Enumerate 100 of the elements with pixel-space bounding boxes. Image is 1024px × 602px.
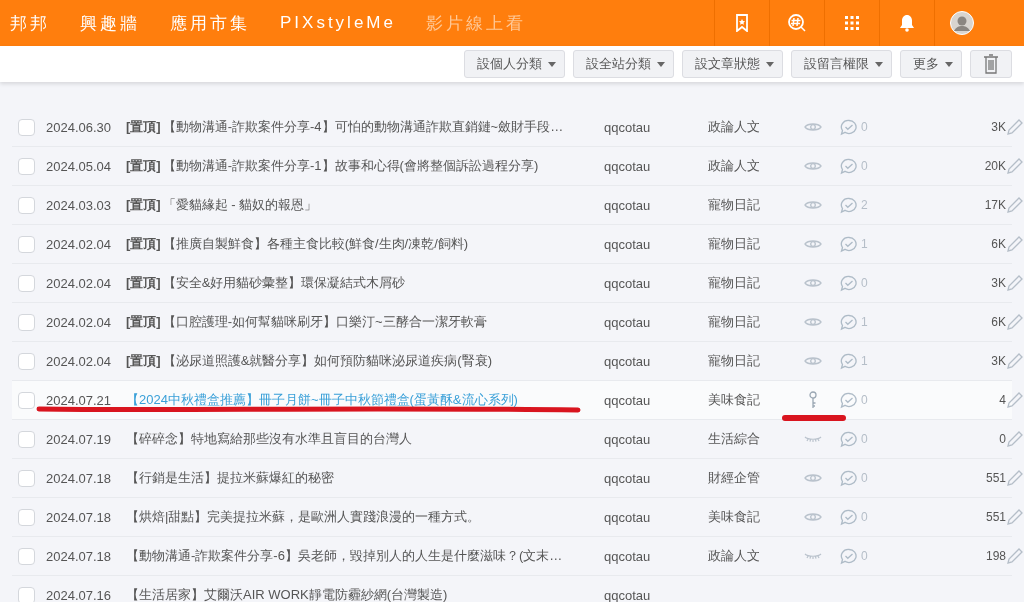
row-checkbox[interactable] (18, 547, 35, 565)
pencil-icon[interactable] (1006, 235, 1024, 253)
dropdown-button[interactable]: 設全站分類 (573, 50, 674, 78)
view-count: 17K (983, 198, 1006, 212)
row-checkbox[interactable] (18, 274, 35, 292)
comment-count: 0 (861, 393, 868, 407)
author-name: qqcotau (604, 548, 652, 564)
row-checkbox[interactable] (18, 586, 35, 602)
row-checkbox[interactable] (18, 157, 35, 175)
dropdown-button[interactable]: 設文章狀態 (682, 50, 783, 78)
pencil-icon[interactable] (1006, 196, 1024, 214)
post-title[interactable]: 【碎碎念】特地寫給那些沒有水準且盲目的台灣人 (126, 431, 412, 446)
row-checkbox[interactable] (18, 391, 35, 409)
view-count: 4 (998, 393, 1006, 407)
comment-check-icon[interactable] (840, 547, 858, 565)
comment-count: 2 (861, 198, 868, 212)
key-icon[interactable] (808, 391, 818, 409)
closed-eye-icon[interactable] (804, 435, 822, 443)
comment-check-icon[interactable] (840, 196, 858, 214)
category-label: 寵物日記 (708, 196, 761, 214)
pencil-icon[interactable] (1006, 352, 1024, 370)
comment-check-icon[interactable] (840, 508, 858, 526)
post-date: 2024.05.04 (46, 158, 113, 174)
post-title[interactable]: [置頂]「愛貓緣起 - 貓奴的報恩」 (126, 197, 318, 212)
post-title[interactable]: [置頂]【推廣自製鮮食】各種主食比較(鮮食/生肉/凍乾/飼料) (126, 236, 469, 251)
post-title[interactable]: [置頂]【動物溝通-詐欺案件分享-1】故事和心得(會將整個訴訟過程分享) (126, 158, 539, 173)
post-date: 2024.02.04 (46, 314, 113, 330)
eye-icon[interactable] (804, 512, 822, 522)
row-checkbox[interactable] (18, 508, 35, 526)
author-name: qqcotau (604, 587, 652, 602)
pencil-icon[interactable] (1006, 469, 1024, 487)
comment-check-icon[interactable] (840, 274, 858, 292)
dropdown-button[interactable]: 設留言權限 (791, 50, 892, 78)
post-title[interactable]: [置頂]【口腔護理-如何幫貓咪刷牙】口樂汀~三酵合一潔牙軟膏 (126, 314, 487, 329)
row-checkbox[interactable] (18, 352, 35, 370)
comment-count: 0 (861, 159, 868, 173)
author-name: qqcotau (604, 197, 652, 213)
post-title[interactable]: [置頂]【泌尿道照護&就醫分享】如何預防貓咪泌尿道疾病(腎衰) (126, 353, 492, 368)
comment-count: 0 (861, 120, 868, 134)
apps-grid-icon[interactable] (844, 15, 860, 31)
author-name: qqcotau (604, 236, 652, 252)
row-checkbox[interactable] (18, 235, 35, 253)
row-checkbox[interactable] (18, 430, 35, 448)
pencil-icon[interactable] (1006, 391, 1024, 409)
comment-count: 0 (861, 510, 868, 524)
category-label: 政論人文 (708, 118, 761, 136)
avatar[interactable] (950, 11, 974, 35)
dropdown-button[interactable]: 更多 (900, 50, 962, 78)
post-title[interactable]: 【生活居家】艾爾沃AIR WORK靜電防霾紗網(台灣製造) (126, 587, 448, 602)
pencil-icon[interactable] (1006, 274, 1024, 292)
eye-icon[interactable] (804, 200, 822, 210)
post-date: 2024.07.21 (46, 392, 113, 408)
comment-check-icon[interactable] (840, 157, 858, 175)
delete-button[interactable] (970, 50, 1012, 78)
post-date: 2024.07.18 (46, 548, 113, 564)
post-date: 2024.07.19 (46, 431, 113, 447)
post-date: 2024.02.04 (46, 236, 113, 252)
row-checkbox[interactable] (18, 196, 35, 214)
eye-icon[interactable] (804, 278, 822, 288)
eye-icon[interactable] (804, 473, 822, 483)
pencil-icon[interactable] (1006, 118, 1024, 136)
hashtag-search-icon[interactable] (787, 13, 807, 33)
post-title[interactable]: 【動物溝通-詐欺案件分享-6】吳老師，毀掉別人的人生是什麼滋味？(文末… (126, 548, 563, 563)
pencil-icon[interactable] (1006, 313, 1024, 331)
comment-check-icon[interactable] (840, 469, 858, 487)
row-checkbox[interactable] (18, 469, 35, 487)
eye-icon[interactable] (804, 239, 822, 249)
comment-check-icon[interactable] (840, 430, 858, 448)
pencil-icon[interactable] (1006, 547, 1024, 565)
comment-check-icon[interactable] (840, 118, 858, 136)
comment-check-icon[interactable] (840, 235, 858, 253)
comment-check-icon[interactable] (840, 391, 858, 409)
comment-check-icon[interactable] (840, 352, 858, 370)
post-title[interactable]: [置頂]【安全&好用貓砂彙整】環保凝結式木屑砂 (126, 275, 406, 290)
pencil-icon[interactable] (1006, 430, 1024, 448)
bell-icon[interactable] (899, 14, 915, 32)
post-title[interactable]: 【烘焙|甜點】完美提拉米蘇，是歐洲人實踐浪漫的一種方式。 (126, 509, 481, 524)
bookmark-icon[interactable] (735, 14, 749, 32)
eye-icon[interactable] (804, 161, 822, 171)
comment-count: 1 (861, 315, 868, 329)
row-checkbox[interactable] (18, 118, 35, 136)
view-count: 6K (990, 315, 1006, 329)
post-title[interactable]: [置頂]【動物溝通-詐欺案件分享-4】可怕的動物溝通詐欺直銷鏈~斂財手段… (126, 119, 564, 134)
pencil-icon[interactable] (1006, 508, 1024, 526)
view-count: 3K (990, 354, 1006, 368)
dropdown-button[interactable]: 設個人分類 (464, 50, 565, 78)
closed-eye-icon[interactable] (804, 552, 822, 560)
author-name: qqcotau (604, 470, 652, 486)
post-date: 2024.02.04 (46, 275, 113, 291)
view-count: 0 (998, 432, 1006, 446)
comment-check-icon[interactable] (840, 313, 858, 331)
eye-icon[interactable] (804, 122, 822, 132)
post-title[interactable]: 【行銷是生活】提拉米蘇爆紅的秘密 (126, 470, 334, 485)
category-label: 美味食記 (708, 391, 761, 409)
row-checkbox[interactable] (18, 313, 35, 331)
eye-icon[interactable] (804, 317, 822, 327)
category-label: 美味食記 (708, 508, 761, 526)
pencil-icon[interactable] (1006, 157, 1024, 175)
caret-icon (875, 61, 883, 67)
eye-icon[interactable] (804, 356, 822, 366)
